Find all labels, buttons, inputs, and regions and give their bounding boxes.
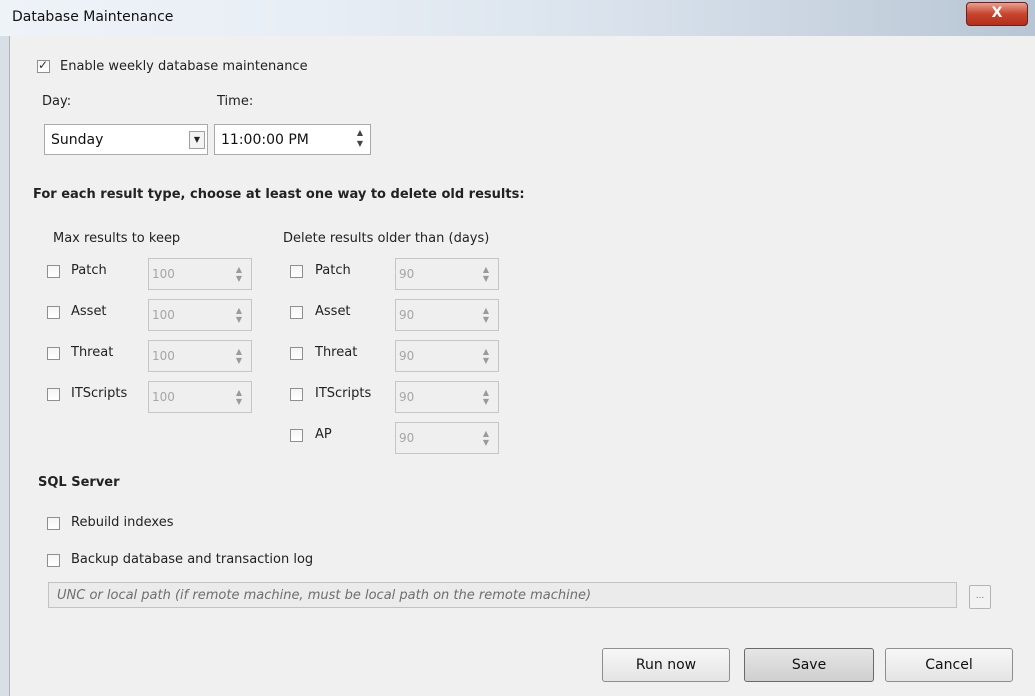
max-patch-checkbox[interactable] — [47, 265, 60, 278]
age-asset-value: 90 — [399, 308, 415, 322]
age-patch-label: Patch — [315, 263, 351, 278]
enable-maintenance-label: Enable weekly database maintenance — [60, 59, 308, 74]
time-spinner-icon[interactable]: ▲ ▼ — [352, 127, 368, 153]
spinner-icon[interactable]: ▲ ▼ — [480, 265, 492, 283]
age-asset-input[interactable]: 90 ▲ ▼ — [395, 299, 499, 331]
age-threat-checkbox[interactable] — [290, 347, 303, 360]
max-asset-label: Asset — [71, 304, 107, 319]
time-input[interactable]: 11:00:00 PM ▲ ▼ — [214, 124, 371, 155]
age-threat-value: 90 — [399, 349, 415, 363]
age-ap-value: 90 — [399, 431, 415, 445]
max-itscripts-checkbox[interactable] — [47, 388, 60, 401]
age-ap-input[interactable]: 90 ▲ ▼ — [395, 422, 499, 454]
max-asset-checkbox[interactable] — [47, 306, 60, 319]
max-results-heading: Max results to keep — [53, 231, 181, 246]
results-heading: For each result type, choose at least on… — [33, 187, 525, 202]
day-label: Day: — [42, 94, 72, 109]
age-threat-input[interactable]: 90 ▲ ▼ — [395, 340, 499, 372]
age-asset-checkbox[interactable] — [290, 306, 303, 319]
backup-path-placeholder: UNC or local path (if remote machine, mu… — [57, 588, 592, 603]
age-itscripts-label: ITScripts — [315, 386, 372, 401]
max-asset-value: 100 — [152, 308, 175, 322]
backup-path-input[interactable]: UNC or local path (if remote machine, mu… — [48, 582, 957, 608]
max-patch-input[interactable]: 100 ▲ ▼ — [148, 258, 252, 290]
age-patch-checkbox[interactable] — [290, 265, 303, 278]
rebuild-indexes-checkbox[interactable] — [47, 517, 60, 530]
max-patch-label: Patch — [71, 263, 107, 278]
time-label: Time: — [217, 94, 254, 109]
spinner-icon[interactable]: ▲ ▼ — [233, 347, 245, 365]
backup-database-checkbox[interactable] — [47, 554, 60, 567]
rebuild-indexes-label: Rebuild indexes — [71, 515, 174, 530]
spinner-icon[interactable]: ▲ ▼ — [480, 306, 492, 324]
max-itscripts-value: 100 — [152, 390, 175, 404]
run-now-button[interactable]: Run now — [602, 648, 730, 682]
max-itscripts-label: ITScripts — [71, 386, 128, 401]
age-threat-label: Threat — [315, 345, 358, 360]
chevron-down-icon[interactable]: ▼ — [189, 131, 205, 149]
enable-maintenance-checkbox[interactable] — [37, 58, 50, 73]
age-itscripts-input[interactable]: 90 ▲ ▼ — [395, 381, 499, 413]
age-itscripts-checkbox[interactable] — [290, 388, 303, 401]
cancel-button[interactable]: Cancel — [885, 648, 1013, 682]
database-maintenance-window: Database Maintenance X Enable weekly dat… — [0, 0, 1035, 696]
max-threat-checkbox[interactable] — [47, 347, 60, 360]
age-asset-label: Asset — [315, 304, 351, 319]
max-threat-label: Threat — [71, 345, 114, 360]
max-asset-input[interactable]: 100 ▲ ▼ — [148, 299, 252, 331]
spinner-icon[interactable]: ▲ ▼ — [233, 265, 245, 283]
day-select[interactable]: Sunday ▼ — [44, 124, 208, 155]
spinner-icon[interactable]: ▲ ▼ — [480, 429, 492, 447]
max-patch-value: 100 — [152, 267, 175, 281]
title-bar: Database Maintenance X — [0, 0, 1035, 36]
max-threat-value: 100 — [152, 349, 175, 363]
max-threat-input[interactable]: 100 ▲ ▼ — [148, 340, 252, 372]
age-patch-value: 90 — [399, 267, 415, 281]
save-button[interactable]: Save — [744, 648, 874, 682]
age-patch-input[interactable]: 90 ▲ ▼ — [395, 258, 499, 290]
spinner-icon[interactable]: ▲ ▼ — [480, 388, 492, 406]
spinner-icon[interactable]: ▲ ▼ — [233, 306, 245, 324]
browse-button[interactable]: ... — [969, 585, 991, 609]
spinner-icon[interactable]: ▲ ▼ — [480, 347, 492, 365]
day-value: Sunday — [51, 132, 104, 148]
time-value: 11:00:00 PM — [221, 132, 309, 148]
window-frame-left — [0, 36, 10, 696]
spinner-icon[interactable]: ▲ ▼ — [233, 388, 245, 406]
age-results-heading: Delete results older than (days) — [283, 231, 490, 246]
max-itscripts-input[interactable]: 100 ▲ ▼ — [148, 381, 252, 413]
close-button[interactable]: X — [966, 2, 1028, 26]
age-ap-checkbox[interactable] — [290, 429, 303, 442]
window-title: Database Maintenance — [12, 9, 174, 25]
age-itscripts-value: 90 — [399, 390, 415, 404]
age-ap-label: AP — [315, 427, 332, 442]
sql-server-heading: SQL Server — [38, 475, 120, 490]
backup-database-label: Backup database and transaction log — [71, 552, 314, 567]
